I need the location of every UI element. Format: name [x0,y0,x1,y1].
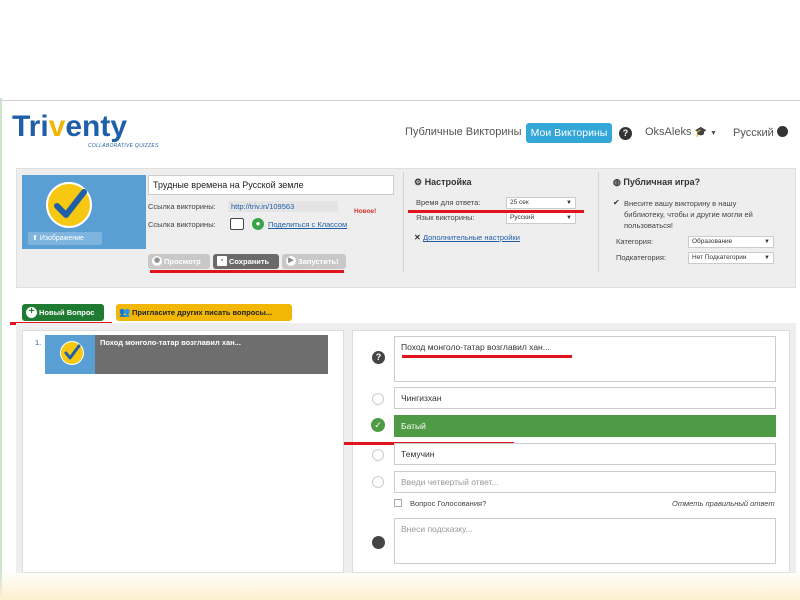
settings-title: ⚙ Настройка [414,177,472,188]
left-accent-bar [0,98,2,600]
help-icon[interactable]: ? [619,127,632,140]
check-icon[interactable]: ✓ [371,418,385,432]
people-icon: 👥 [119,307,131,317]
graduation-cap-icon: 🎓 [694,127,707,138]
answer-time-label: Время для ответа: [416,198,481,207]
start-label: Запустить! [298,257,339,266]
answer-radio-4[interactable] [372,476,384,488]
annotation-underline [408,210,584,213]
checkmark-logo-icon [60,341,84,365]
chevron-down-icon: ▼ [764,239,770,245]
poll-checkbox[interactable] [394,499,402,507]
bottom-fade [0,570,800,600]
start-button[interactable]: ▶ Запустить! [282,254,346,269]
share-class-link[interactable]: Поделиться с Классом [268,220,347,229]
quiz-title-input[interactable]: Трудные времена на Русской земле [148,175,394,195]
subcategory-label: Подкатегория: [616,253,666,262]
language-menu[interactable]: Русский [733,126,788,139]
answer-radio-3[interactable] [372,449,384,461]
invite-label: Пригласите других писать вопросы... [132,308,273,317]
quiz-language-select[interactable]: Русский ▼ [506,212,576,224]
plus-icon: + [26,307,37,318]
image-upload-button[interactable]: ⬆ Изображение [28,232,102,245]
public-game-title-text: Публичная игра? [623,177,701,187]
mark-correct-hint: Отметь правильный ответ [672,499,775,508]
public-checkbox[interactable]: ✔ [613,198,620,207]
header-divider [0,100,800,101]
logo-wordmark: Triventy [12,110,128,143]
quiz-link-label-2: Ссылка викторины: [148,220,216,229]
question-text-input[interactable]: Поход монголо-татар возглавил хан... [394,336,776,382]
answer-time-select[interactable]: 25 сек ▼ [506,197,576,209]
new-question-label: Новый Вопрос [39,308,95,317]
answer-input-1[interactable]: Чингизхан [394,387,776,409]
category-select[interactable]: Образование ▼ [688,236,774,248]
subcategory-select[interactable]: Нет Подкатегории ▼ [688,252,774,264]
new-question-button[interactable]: + Новый Вопрос [22,304,104,321]
answer-input-4[interactable]: Введи четвертый ответ... [394,471,776,493]
new-badge: Новое! [354,208,377,215]
public-checkbox-text: Внесите вашу викторину в нашу библиотеку… [624,199,753,230]
advanced-settings-link[interactable]: ✕ Дополнительные настройки [414,233,520,242]
checkmark-logo-icon [46,182,92,228]
question-mark-icon: ? [372,351,385,364]
embed-button[interactable] [230,218,244,230]
nav-my-quizzes[interactable]: Мои Викторины [526,123,612,143]
advanced-settings-label: Дополнительные настройки [422,233,520,242]
chevron-down-icon: ▼ [566,215,572,221]
poll-label: Вопрос Голосования? [410,499,487,508]
quiz-link-value[interactable]: http://triv.in/109563 [228,201,338,212]
eye-icon: ◉ [152,256,162,266]
category-label: Категория: [616,237,654,246]
invite-button[interactable]: 👥 Пригласите других писать вопросы... [116,304,292,321]
subcategory-value: Нет Подкатегории [692,254,747,261]
save-label: Сохранить [229,257,270,266]
globe-icon [776,126,788,137]
gear-icon: ⚙ [414,177,423,187]
user-name: OksAleks [645,126,692,138]
answer-time-value: 25 сек [510,199,529,206]
question-list-item-text: Поход монголо-татар возглавил хан... [100,338,241,347]
public-game-title: ◍ Публичная игра? [613,177,700,188]
upload-icon: ⬆ [32,235,40,242]
user-icon: ● [252,218,264,230]
preview-label: Просмотр [164,257,201,266]
question-number: 1. [35,338,42,347]
floppy-icon: ▪ [217,256,227,266]
settings-divider [403,172,404,272]
nav-public-quizzes[interactable]: Публичные Викторины [405,126,521,138]
quiz-link-label: Ссылка викторины: [148,202,216,211]
language-label: Русский [733,127,774,139]
user-menu[interactable]: OksAleks 🎓 ▼ [645,126,717,138]
globe-icon: ◍ [613,177,621,187]
annotation-underline [150,270,344,273]
save-button[interactable]: ▪ Сохранить [213,254,279,269]
logo[interactable]: Triventy COLLABORATIVE QUIZZES [12,112,177,156]
annotation-underline [402,355,572,358]
settings-title-text: Настройка [424,177,472,187]
answer-input-2-correct[interactable]: Батый [394,415,776,437]
image-button-label: Изображение [39,235,84,242]
lightbulb-icon [372,536,385,549]
preview-button[interactable]: ◉ Просмотр [148,254,210,269]
category-value: Образование [692,238,733,245]
logo-tagline: COLLABORATIVE QUIZZES [88,143,159,149]
chevron-down-icon: ▼ [566,200,572,206]
chevron-down-icon: ▼ [710,130,717,137]
tools-icon: ✕ [414,233,421,242]
quiz-language-label: Язык викторины: [416,213,475,222]
answer-input-3[interactable]: Темучин [394,443,776,465]
hint-input[interactable]: Внеси подсказку... [394,518,776,564]
play-icon: ▶ [286,256,296,266]
quiz-language-value: Русский [510,214,535,221]
chevron-down-icon: ▼ [764,255,770,261]
public-divider [598,172,599,272]
answer-radio-1[interactable] [372,393,384,405]
